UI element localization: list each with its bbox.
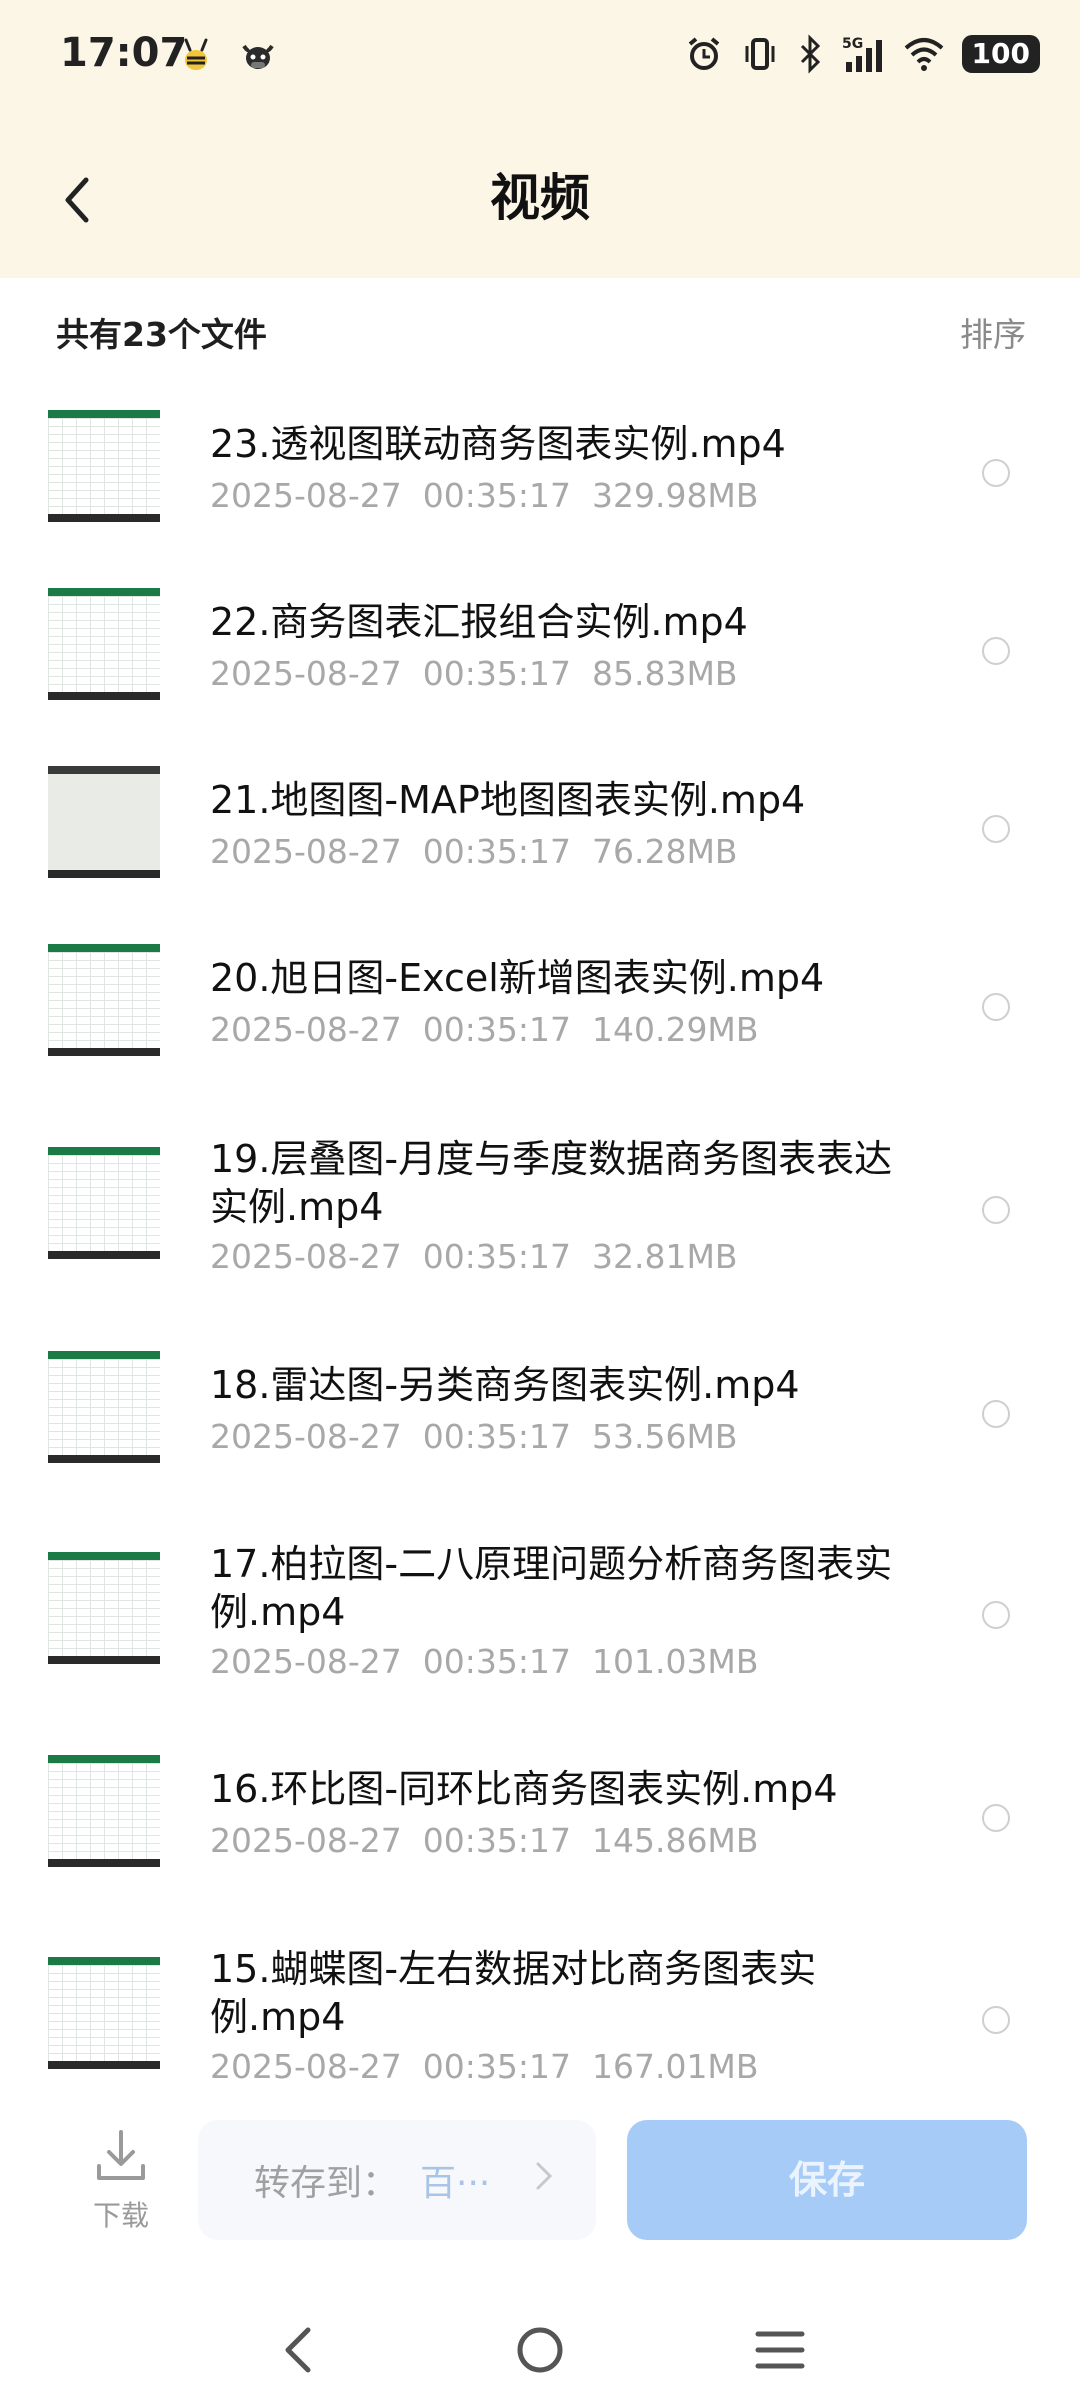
- nav-menu-button[interactable]: [740, 2310, 820, 2390]
- file-name: 23.透视图联动商务图表实例.mp4: [210, 422, 786, 466]
- file-meta: 2025-08-27 00:35:17 85.83MB: [210, 654, 738, 693]
- page-title: 视频: [490, 169, 590, 227]
- nav-back-button[interactable]: [260, 2310, 340, 2390]
- file-time: 00:35:17: [422, 2047, 571, 2080]
- file-name: 15.蝴蝶图-左右数据对比商务图表实例.mp4: [210, 1947, 817, 2039]
- save-button[interactable]: 保存: [627, 2120, 1027, 2240]
- file-time: 00:35:17: [422, 1010, 571, 1049]
- file-meta: 2025-08-27 00:35:17 140.29MB: [210, 1010, 759, 1049]
- file-count: 共有23个文件: [56, 315, 267, 354]
- file-size: 76.28MB: [591, 832, 738, 871]
- video-thumbnail: [48, 1147, 160, 1259]
- save-to-label: 转存到：: [254, 2163, 399, 2204]
- video-thumbnail: [48, 1957, 160, 2069]
- file-size: 101.03MB: [591, 1642, 759, 1681]
- bee-app-icon: [184, 38, 208, 70]
- file-date: 2025-08-27: [210, 832, 402, 871]
- vibrate-icon: [745, 38, 775, 70]
- file-date: 2025-08-27: [210, 654, 402, 693]
- file-name: 18.雷达图-另类商务图表实例.mp4: [210, 1363, 800, 1407]
- file-name: 22.商务图表汇报组合实例.mp4: [210, 600, 748, 644]
- file-time: 00:35:17: [422, 1642, 571, 1681]
- file-size: 329.98MB: [591, 476, 759, 515]
- nav-menu-icon: [755, 2331, 805, 2369]
- bottom-action-bar: 下载 转存到： 百··· 保存: [0, 2080, 1080, 2280]
- file-name: 17.柏拉图-二八原理问题分析商务图表实例.mp4: [210, 1542, 893, 1634]
- file-meta: 2025-08-27 00:35:17 167.01MB: [210, 2047, 759, 2080]
- file-date: 2025-08-27: [210, 1821, 402, 1860]
- file-date: 2025-08-27: [210, 2047, 402, 2080]
- select-radio[interactable]: [982, 1400, 1010, 1428]
- file-size: 85.83MB: [591, 654, 738, 693]
- file-list: 23.透视图联动商务图表实例.mp4 2025-08-27 00:35:17 3…: [0, 375, 1080, 2080]
- alarm-icon: [688, 37, 719, 70]
- chevron-right-icon: [536, 2162, 553, 2190]
- save-to-target: 百···: [420, 2163, 491, 2204]
- file-meta: 2025-08-27 00:35:17 76.28MB: [210, 832, 738, 871]
- battery-icon: 100: [961, 35, 1040, 73]
- nav-home-icon: [517, 2327, 563, 2373]
- file-size: 53.56MB: [591, 1417, 738, 1456]
- header: 视频: [0, 120, 1080, 278]
- file-date: 2025-08-27: [210, 1417, 402, 1456]
- select-radio[interactable]: [982, 637, 1010, 665]
- select-radio[interactable]: [982, 993, 1010, 1021]
- nav-back-icon: [285, 2327, 311, 2373]
- file-size: 140.29MB: [591, 1010, 759, 1049]
- file-name: 19.层叠图-月度与季度数据商务图表表达实例.mp4: [210, 1137, 893, 1229]
- file-name: 21.地图图-MAP地图图表实例.mp4: [210, 778, 806, 822]
- file-time: 00:35:17: [422, 654, 571, 693]
- select-radio[interactable]: [982, 1196, 1010, 1224]
- select-radio[interactable]: [982, 2006, 1010, 2034]
- save-to-selector[interactable]: 转存到： 百···: [198, 2120, 596, 2240]
- sort-button[interactable]: 排序: [960, 308, 1026, 356]
- wifi-icon: [904, 38, 943, 71]
- file-meta: 2025-08-27 00:35:17 145.86MB: [210, 1821, 759, 1860]
- file-date: 2025-08-27: [210, 1010, 402, 1049]
- download-icon: [97, 2130, 145, 2180]
- file-meta: 2025-08-27 00:35:17 53.56MB: [210, 1417, 738, 1456]
- file-size: 167.01MB: [591, 2047, 759, 2080]
- select-radio[interactable]: [982, 815, 1010, 843]
- file-meta: 2025-08-27 00:35:17 32.81MB: [210, 1237, 738, 1276]
- video-thumbnail: [48, 1351, 160, 1463]
- select-radio[interactable]: [982, 1804, 1010, 1832]
- network-label: 5G: [842, 36, 863, 52]
- system-nav-bar: [0, 2280, 1080, 2400]
- file-meta: 2025-08-27 00:35:17 329.98MB: [210, 476, 759, 515]
- cow-app-icon: [242, 44, 274, 69]
- status-right-icons: 5G 100: [684, 34, 1040, 74]
- status-bar: 17:07 5G 100: [0, 0, 1080, 120]
- signal-icon: 5G: [842, 36, 882, 72]
- download-label: 下载: [92, 2199, 149, 2232]
- video-thumbnail: [48, 766, 160, 878]
- download-button[interactable]: 下载: [66, 2126, 176, 2234]
- file-meta: 2025-08-27 00:35:17 101.03MB: [210, 1642, 759, 1681]
- select-radio[interactable]: [982, 1601, 1010, 1629]
- file-time: 00:35:17: [422, 832, 571, 871]
- file-time: 00:35:17: [422, 1821, 571, 1860]
- bluetooth-icon: [800, 34, 820, 74]
- file-name: 20.旭日图-Excel新增图表实例.mp4: [210, 956, 825, 1000]
- video-thumbnail: [48, 1755, 160, 1867]
- file-date: 2025-08-27: [210, 1237, 402, 1276]
- status-time: 17:07: [60, 30, 188, 76]
- video-thumbnail: [48, 944, 160, 1056]
- video-thumbnail: [48, 588, 160, 700]
- file-size: 32.81MB: [591, 1237, 738, 1276]
- file-name: 16.环比图-同环比商务图表实例.mp4: [210, 1767, 838, 1811]
- video-thumbnail: [48, 1552, 160, 1664]
- file-time: 00:35:17: [422, 1417, 571, 1456]
- file-time: 00:35:17: [422, 1237, 571, 1276]
- nav-home-button[interactable]: [500, 2310, 580, 2390]
- file-date: 2025-08-27: [210, 1642, 402, 1681]
- file-size: 145.86MB: [591, 1821, 759, 1860]
- select-radio[interactable]: [982, 459, 1010, 487]
- file-time: 00:35:17: [422, 476, 571, 515]
- status-app-icons: [176, 36, 278, 76]
- video-thumbnail: [48, 410, 160, 522]
- file-date: 2025-08-27: [210, 476, 402, 515]
